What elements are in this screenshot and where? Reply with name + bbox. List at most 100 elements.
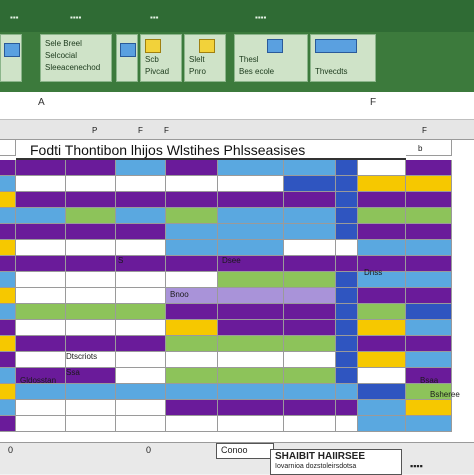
row-header[interactable] — [0, 240, 16, 256]
grid-cell[interactable] — [284, 224, 336, 240]
grid-cell[interactable] — [116, 384, 166, 400]
grid-cell[interactable] — [218, 384, 284, 400]
row-header[interactable] — [0, 416, 16, 432]
grid-cell[interactable] — [284, 320, 336, 336]
grid-cell[interactable] — [284, 368, 336, 384]
grid-cell[interactable] — [16, 400, 66, 416]
column-letter[interactable]: P — [92, 126, 97, 135]
status-box[interactable]: Conoo — [216, 443, 274, 459]
grid-cell[interactable] — [166, 352, 218, 368]
grid-cell[interactable] — [358, 384, 406, 400]
grid-cell[interactable] — [16, 320, 66, 336]
grid-cell[interactable] — [284, 400, 336, 416]
grid-cell[interactable] — [116, 400, 166, 416]
grid-cell[interactable] — [358, 304, 406, 320]
grid-cell[interactable] — [66, 240, 116, 256]
row-header[interactable] — [0, 304, 16, 320]
grid-cell[interactable] — [116, 352, 166, 368]
grid-cell[interactable] — [116, 416, 166, 432]
grid-cell[interactable] — [16, 352, 66, 368]
grid-cell[interactable] — [406, 352, 452, 368]
grid-cell[interactable] — [16, 384, 66, 400]
ribbon-group-styles[interactable]: Slelt Pnro — [184, 34, 226, 82]
grid-cell[interactable] — [336, 384, 358, 400]
grid-cell[interactable] — [218, 400, 284, 416]
grid-cell[interactable] — [166, 416, 218, 432]
row-header[interactable] — [0, 160, 16, 176]
ribbon-tab[interactable]: ▪▪▪ — [10, 13, 19, 22]
grid-cell[interactable] — [66, 208, 116, 224]
ribbon-tab[interactable]: ▪▪▪▪ — [70, 13, 81, 22]
row-header[interactable] — [0, 352, 16, 368]
grid-cell[interactable] — [336, 176, 358, 192]
grid-cell[interactable] — [406, 224, 452, 240]
grid-cell[interactable] — [116, 304, 166, 320]
grid-cell[interactable] — [358, 320, 406, 336]
grid-cell[interactable] — [336, 288, 358, 304]
row-header[interactable] — [0, 336, 16, 352]
grid-cell[interactable] — [218, 192, 284, 208]
grid-cell[interactable] — [218, 304, 284, 320]
grid-cell[interactable] — [116, 224, 166, 240]
row-header[interactable] — [0, 208, 16, 224]
ribbon-group-number[interactable]: Scb Pivcad — [140, 34, 182, 82]
grid-cell[interactable] — [116, 256, 166, 272]
grid-cell[interactable] — [16, 416, 66, 432]
row-header[interactable] — [0, 192, 16, 208]
ribbon-group-font[interactable]: Sele Breel Selcocial Sleeacenechod — [40, 34, 112, 82]
grid-cell[interactable] — [358, 400, 406, 416]
grid-cell[interactable] — [166, 256, 218, 272]
grid-cell[interactable] — [116, 320, 166, 336]
grid-cell[interactable] — [336, 368, 358, 384]
grid-cell[interactable] — [218, 352, 284, 368]
grid-cell[interactable] — [406, 400, 452, 416]
grid-cell[interactable] — [218, 224, 284, 240]
grid-cell[interactable] — [166, 272, 218, 288]
status-panel[interactable]: SHAIBIT HAIIRSEE Iovarnioa dozstoleirsdo… — [270, 449, 402, 475]
grid-cell[interactable] — [116, 240, 166, 256]
grid-cell[interactable] — [358, 192, 406, 208]
grid-cell[interactable] — [66, 192, 116, 208]
grid-cell[interactable] — [16, 240, 66, 256]
row-header[interactable] — [0, 256, 16, 272]
grid-cell[interactable] — [116, 176, 166, 192]
grid-cell[interactable] — [358, 336, 406, 352]
grid-cell[interactable] — [336, 208, 358, 224]
grid-cell[interactable] — [66, 160, 116, 176]
grid-cell[interactable] — [284, 288, 336, 304]
grid-cell[interactable] — [16, 176, 66, 192]
grid-cell[interactable] — [284, 336, 336, 352]
grid-cell[interactable] — [16, 224, 66, 240]
ribbon-group-align[interactable] — [116, 34, 138, 82]
grid-cell[interactable] — [336, 192, 358, 208]
row-header[interactable] — [0, 384, 16, 400]
grid-cell[interactable] — [166, 400, 218, 416]
grid-cell[interactable] — [66, 256, 116, 272]
row-header[interactable] — [0, 400, 16, 416]
grid-cell[interactable] — [406, 176, 452, 192]
grid-cell[interactable] — [218, 288, 284, 304]
grid-cell[interactable] — [406, 160, 452, 176]
grid-cell[interactable] — [358, 208, 406, 224]
grid-cell[interactable] — [218, 240, 284, 256]
grid-cell[interactable] — [284, 272, 336, 288]
grid-cell[interactable] — [218, 368, 284, 384]
grid-cell[interactable] — [166, 304, 218, 320]
grid-cell[interactable] — [218, 176, 284, 192]
grid-cell[interactable] — [358, 416, 406, 432]
grid-cell[interactable] — [116, 192, 166, 208]
grid-cell[interactable] — [406, 304, 452, 320]
grid-cell[interactable] — [406, 336, 452, 352]
grid-cell[interactable] — [166, 240, 218, 256]
grid-cell[interactable] — [336, 224, 358, 240]
ribbon-group-editing[interactable]: Thvecdts — [310, 34, 376, 82]
grid-cell[interactable] — [116, 336, 166, 352]
grid-cell[interactable] — [336, 416, 358, 432]
grid-cell[interactable] — [66, 320, 116, 336]
grid-cell[interactable] — [218, 160, 284, 176]
grid-cell[interactable] — [218, 336, 284, 352]
row-header[interactable] — [0, 288, 16, 304]
grid-cell[interactable] — [284, 240, 336, 256]
grid-cell[interactable] — [116, 272, 166, 288]
grid-cell[interactable] — [166, 336, 218, 352]
